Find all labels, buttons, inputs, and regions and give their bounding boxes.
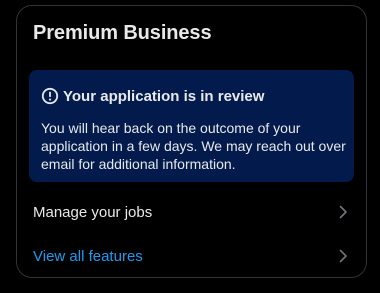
chevron-right-icon <box>334 247 352 265</box>
review-notice: Your application is in review You will h… <box>29 70 354 182</box>
premium-business-card: Premium Business Your application is in … <box>16 5 367 278</box>
notice-heading: Your application is in review <box>63 87 265 105</box>
notice-header: Your application is in review <box>41 87 264 105</box>
manage-jobs-label: Manage your jobs <box>33 203 153 221</box>
alert-circle-icon <box>41 87 59 105</box>
view-all-features-link[interactable]: View all features <box>33 248 143 265</box>
notice-body: You will hear back on the outcome of you… <box>41 120 346 172</box>
card-title: Premium Business <box>33 22 212 44</box>
manage-jobs-row[interactable]: Manage your jobs <box>17 190 366 234</box>
view-all-features-row[interactable]: View all features <box>17 234 366 278</box>
chevron-right-icon <box>334 203 352 221</box>
